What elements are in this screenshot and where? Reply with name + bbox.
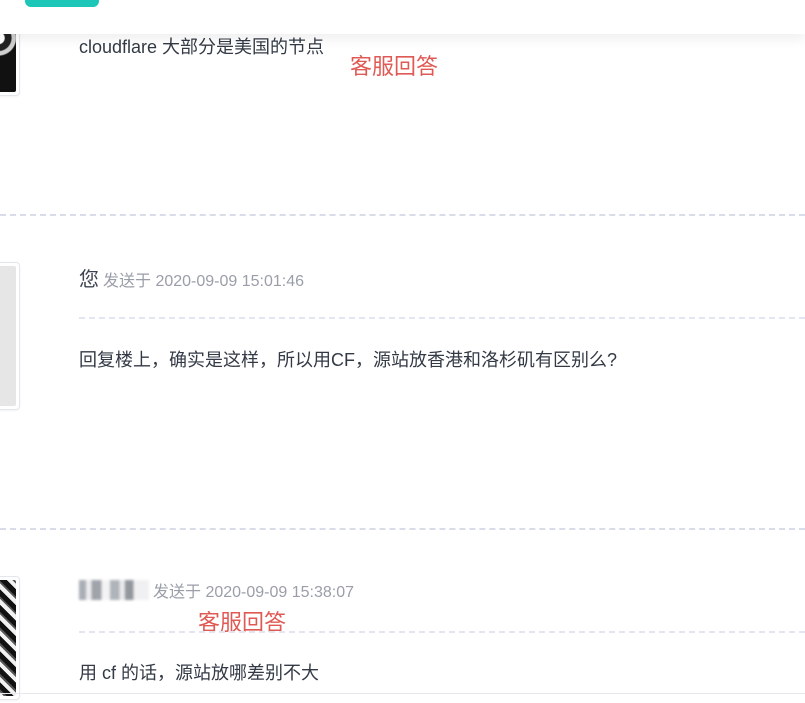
message-header: 发送于 2020-09-09 15:38:07	[79, 578, 354, 602]
message-body: 用 cf 的话，源站放哪差别不大	[79, 663, 320, 683]
header-divider	[79, 631, 805, 633]
user-avatar	[0, 262, 20, 410]
support-avatar	[0, 576, 20, 700]
sent-timestamp: 发送于 2020-09-09 15:38:07	[153, 584, 355, 601]
message-body: 回复楼上，确实是这样，所以用CF，源站放香港和洛杉矶有区别么?	[79, 350, 618, 370]
annotation-support-answer: 客服回答	[350, 55, 439, 80]
sender-name-redacted	[79, 580, 149, 600]
message-header: 您发送于 2020-09-09 15:01:46	[79, 263, 304, 292]
accent-tab[interactable]	[25, 0, 99, 7]
sent-timestamp: 发送于 2020-09-09 15:01:46	[103, 273, 305, 290]
bottom-border	[0, 693, 805, 694]
ticket-conversation-page: cloudflare 大部分是美国的节点 客服回答 您发送于 2020-09-0…	[0, 0, 805, 703]
top-header-bar	[0, 0, 805, 34]
message-separator	[0, 528, 805, 530]
message-separator	[0, 214, 805, 216]
header-divider	[79, 317, 805, 319]
message-body: cloudflare 大部分是美国的节点	[79, 37, 325, 57]
sender-name: 您	[79, 269, 99, 291]
